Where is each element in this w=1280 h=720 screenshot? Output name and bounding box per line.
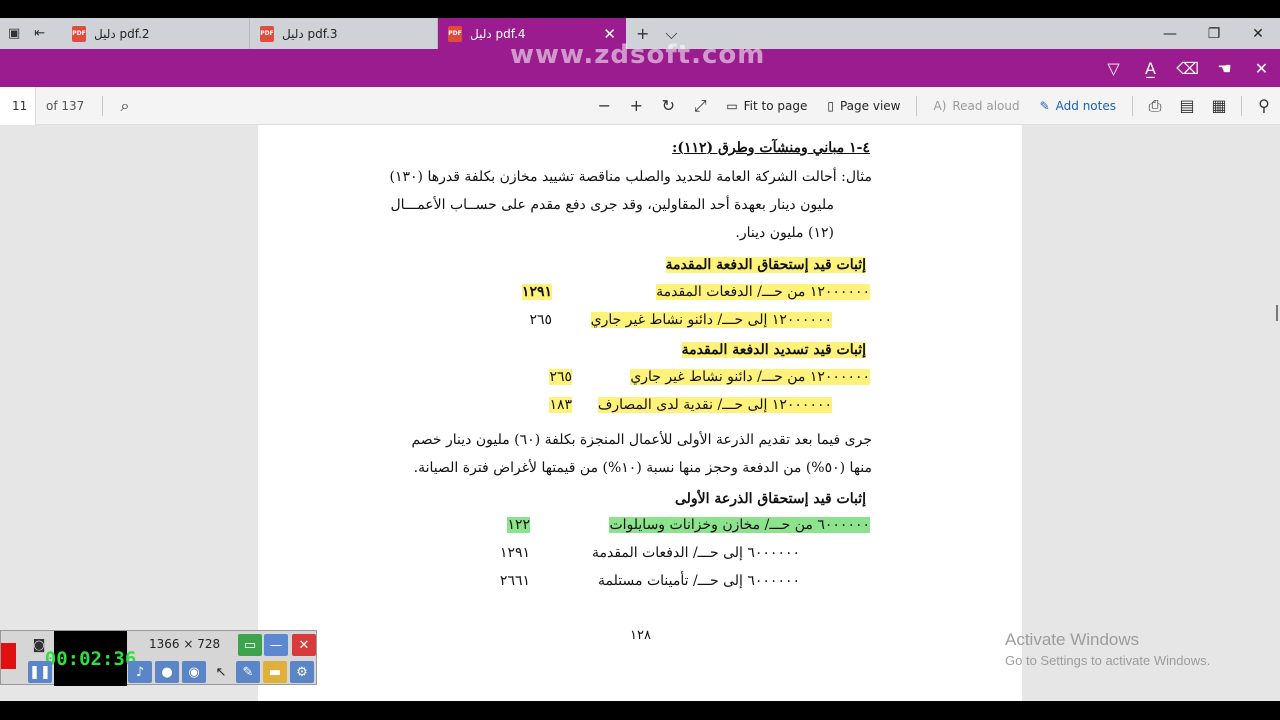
folder-icon[interactable]: ▬ xyxy=(263,661,287,683)
paragraph-line: منها (٥٠%) من الدفعة وحجز منها نسبة (١٠%… xyxy=(413,460,872,476)
tab-title: دليل pdf.3 xyxy=(282,26,338,41)
divider xyxy=(916,95,918,116)
journal-line: ١٢٠٠٠٠٠٠ من حـــ/ الدفعات المقدمة xyxy=(656,284,870,300)
close-window-icon[interactable]: ✕ xyxy=(1236,26,1280,42)
fit-to-page-label: Fit to page xyxy=(743,98,808,113)
pdf-icon: PDF xyxy=(260,25,274,42)
fit-to-page-button[interactable]: ▭ Fit to page xyxy=(716,99,817,113)
page-total: of 137 xyxy=(46,98,85,113)
save-icon[interactable]: ▤ xyxy=(1171,96,1203,115)
account-code: ١٢٩١ xyxy=(499,545,530,561)
account-code: ١٢٢ xyxy=(507,517,530,533)
settings-icon[interactable]: ⚙ xyxy=(290,661,314,683)
paragraph-line: مثال: أحالت الشركة العامة للحديد والصلب … xyxy=(389,169,873,185)
account-code: ٢٦٥ xyxy=(529,312,552,328)
scrollbar-thumb[interactable] xyxy=(1276,305,1278,321)
pdf-icon: PDF xyxy=(72,25,86,42)
ink-tools: ▽ A̲ ⌫ ☚ ✕ xyxy=(1095,49,1280,87)
recording-timer: 00:02:36 xyxy=(45,631,136,686)
zdsoft-watermark: www.zdsoft.com xyxy=(510,40,766,70)
restore-icon[interactable]: ❐ xyxy=(1192,26,1236,42)
divider xyxy=(1132,95,1133,116)
page-view-icon: ▯ xyxy=(827,98,834,113)
search-icon[interactable]: ⌕ xyxy=(109,96,141,116)
activation-title: Activate Windows xyxy=(1005,630,1140,649)
close-ink-icon[interactable]: ✕ xyxy=(1243,59,1280,78)
pin-icon[interactable]: ⚲ xyxy=(1248,96,1280,115)
page-footer-number: ١٢٨ xyxy=(630,628,651,643)
bottom-black-bar xyxy=(0,701,1280,720)
entry-heading: إثبات قيد إستحقاق الذرعة الأولى xyxy=(674,491,866,507)
paragraph-line: مليون دينار بعهدة أحد المقاولين، وقد جرى… xyxy=(390,197,834,213)
webcam-icon[interactable]: ◉ xyxy=(182,661,206,683)
pen-icon: ✎ xyxy=(1039,98,1050,113)
zoom-in-icon[interactable]: + xyxy=(620,96,652,115)
filter-icon[interactable]: ▽ xyxy=(1095,59,1132,78)
pdf-toolbar: 11 of 137 ⌕ − + ↻ ⤢ ▭ Fit to page ▯ Page… xyxy=(0,86,1280,125)
add-notes-label: Add notes xyxy=(1055,98,1116,113)
account-code: ١٢٩١ xyxy=(521,284,552,300)
page-number-input[interactable]: 11 xyxy=(0,86,36,125)
screen: ▣ ⇤ PDF دليل pdf.2 PDF دليل pdf.3 PDF دل… xyxy=(0,0,1280,720)
region-icon[interactable]: ▭ xyxy=(238,634,262,656)
read-aloud-button[interactable]: A) Read aloud xyxy=(923,99,1029,113)
journal-line: ١٢٠٠٠٠٠٠ من حـــ/ دائنو نشاط غير جاري xyxy=(630,369,870,385)
fullscreen-icon[interactable]: ⤢ xyxy=(684,96,716,116)
minimize-recorder-icon[interactable]: — xyxy=(264,634,288,656)
read-aloud-icon: A) xyxy=(933,98,947,113)
microphone-icon[interactable]: ● xyxy=(155,661,179,683)
tab-pdf3[interactable]: PDF دليل pdf.3 xyxy=(250,18,438,49)
tab-title: دليل pdf.2 xyxy=(94,26,150,41)
close-recorder-icon[interactable]: ✕ xyxy=(292,634,316,656)
account-code: ٢٦٦١ xyxy=(499,573,530,589)
speaker-icon[interactable]: ♪ xyxy=(128,661,152,683)
tab-preview-icon[interactable]: ▣ xyxy=(8,26,20,41)
touch-writing-icon[interactable]: ☚ xyxy=(1206,59,1243,78)
window-controls: — ❐ ✕ xyxy=(1148,18,1280,49)
divider xyxy=(1241,95,1242,116)
read-aloud-label: Read aloud xyxy=(952,98,1020,113)
activation-watermark: Activate Windows Go to Settings to activ… xyxy=(1005,630,1210,668)
pdf-icon: PDF xyxy=(448,25,462,42)
account-code: ١٨٣ xyxy=(549,397,572,413)
paragraph-line: جرى فيما بعد تقديم الذرعة الأولى للأعمال… xyxy=(411,432,872,448)
cursor-icon[interactable]: ↖ xyxy=(209,661,233,683)
print-icon[interactable]: ⎙ xyxy=(1139,96,1171,116)
add-notes-button[interactable]: ✎ Add notes xyxy=(1030,99,1126,113)
page-view-button[interactable]: ▯ Page view xyxy=(817,99,910,113)
save-as-icon[interactable]: ▦ xyxy=(1203,96,1235,115)
top-black-bar xyxy=(0,0,1280,18)
divider xyxy=(102,95,103,116)
tab-title: دليل pdf.4 xyxy=(470,26,526,41)
paragraph-line: (١٢) مليون دينار. xyxy=(735,225,834,241)
eraser-icon[interactable]: ⌫ xyxy=(1169,59,1206,78)
tab-actions: ▣ ⇤ xyxy=(0,18,62,49)
draw-icon[interactable]: ✎ xyxy=(236,661,260,683)
journal-line: ٦٠٠٠٠٠٠ إلى حـــ/ تأمينات مستلمة xyxy=(598,573,800,589)
entry-heading: إثبات قيد إستحقاق الدفعة المقدمة xyxy=(665,257,866,273)
page-view-label: Page view xyxy=(839,98,901,113)
screen-recorder: ◙ 00:02:36 1366 × 728 ▭ — ✕ ❚❚ ♪ ● ◉ ↖ ✎… xyxy=(0,630,317,686)
record-indicator[interactable] xyxy=(1,643,16,669)
rotate-icon[interactable]: ↻ xyxy=(652,96,684,115)
section-heading: ٤-١ مباني ومنشآت وطرق (١١٢): xyxy=(672,140,870,156)
set-aside-tabs-icon[interactable]: ⇤ xyxy=(34,26,45,41)
zoom-out-icon[interactable]: − xyxy=(588,96,620,115)
entry-heading: إثبات قيد تسديد الدفعة المقدمة xyxy=(681,342,866,358)
account-code: ٢٦٥ xyxy=(549,369,572,385)
journal-line: ٦٠٠٠٠٠٠ من حـــ/ مخازن وخزانات وسايلوات xyxy=(609,517,870,533)
journal-line: ٦٠٠٠٠٠٠ إلى حـــ/ الدفعات المقدمة xyxy=(591,545,800,561)
fit-page-icon: ▭ xyxy=(726,98,738,113)
minimize-icon[interactable]: — xyxy=(1148,26,1192,42)
pause-icon[interactable]: ❚❚ xyxy=(28,661,52,683)
journal-line: ١٢٠٠٠٠٠٠ إلى حـــ/ دائنو نشاط غير جاري xyxy=(590,312,832,328)
tab-pdf2[interactable]: PDF دليل pdf.2 xyxy=(62,18,250,49)
activation-subtitle: Go to Settings to activate Windows. xyxy=(1005,653,1211,668)
recording-dimensions: 1366 × 728 xyxy=(149,637,221,651)
journal-line: ١٢٠٠٠٠٠٠ إلى حـــ/ نقدية لدى المصارف xyxy=(597,397,832,413)
highlighter-icon[interactable]: A̲ xyxy=(1132,59,1169,78)
